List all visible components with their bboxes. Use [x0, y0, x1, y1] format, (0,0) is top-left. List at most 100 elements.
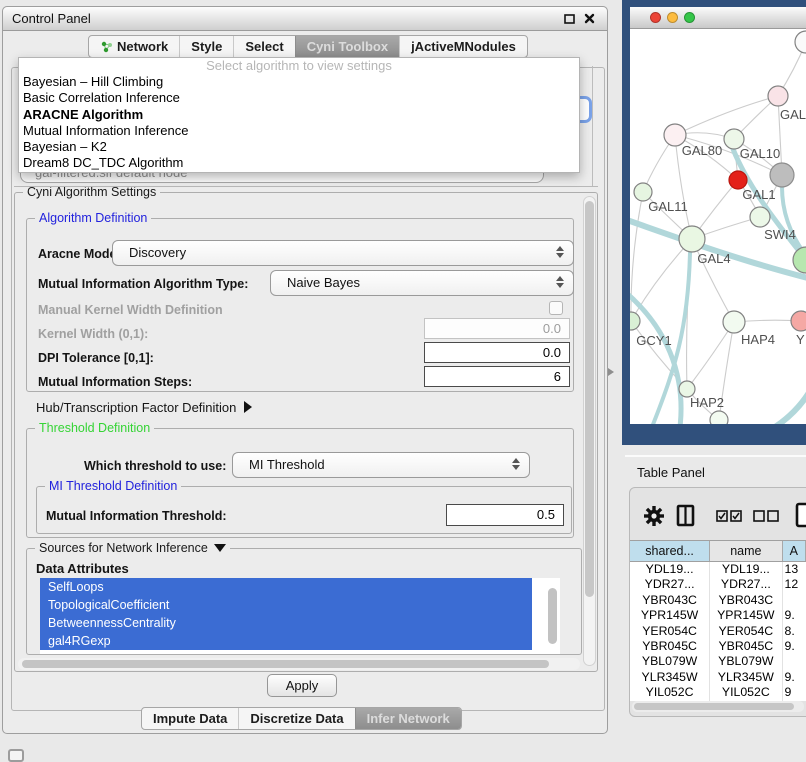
network-node-label: GAL1: [742, 187, 775, 202]
data-attribute-item[interactable]: BetweennessCentrality: [40, 614, 532, 632]
algorithm-option[interactable]: ARACNE Algorithm: [19, 107, 579, 123]
close-traffic-light[interactable]: [650, 12, 661, 23]
column-split-icon[interactable]: [676, 504, 696, 528]
combo-stepper-icon: [512, 458, 520, 470]
panel-divider-collapse-arrow[interactable]: [608, 368, 614, 376]
network-edge[interactable]: [687, 322, 734, 389]
table-row[interactable]: YBR043CYBR043C: [630, 593, 806, 608]
data-attributes-label: Data Attributes: [36, 561, 129, 576]
algorithm-option[interactable]: Basic Correlation Inference: [19, 90, 579, 106]
data-attribute-item[interactable]: TopologicalCoefficient: [40, 596, 532, 614]
sources-group-title[interactable]: Sources for Network Inference: [35, 541, 230, 555]
dpi-tolerance-field[interactable]: 0.0: [424, 342, 570, 363]
table-file-icon[interactable]: [795, 502, 806, 528]
table-panel-divider: [625, 455, 806, 457]
table-row[interactable]: YBR045CYBR045C9.: [630, 639, 806, 654]
tab-label: Discretize Data: [250, 708, 343, 729]
control-panel-titlebar[interactable]: Control Panel: [3, 7, 607, 31]
tab-network[interactable]: Network: [89, 36, 179, 57]
algorithm-option[interactable]: Dream8 DC_TDC Algorithm: [19, 155, 579, 171]
table-body: YDL19...YDL19...13YDR27...YDR27...12YBR0…: [630, 562, 806, 701]
mi-threshold-field[interactable]: 0.5: [446, 504, 564, 526]
table-cell: YLR345W: [710, 670, 782, 685]
data-attribute-item[interactable]: gal4RGexp: [40, 632, 532, 650]
table-row[interactable]: YDL19...YDL19...13: [630, 562, 806, 577]
table-row[interactable]: YLR345WYLR345W9.: [630, 670, 806, 685]
network-edge[interactable]: [675, 96, 778, 135]
network-node[interactable]: [723, 311, 745, 333]
cyni-algorithm-settings-title: Cyni Algorithm Settings: [23, 185, 160, 199]
algorithm-option[interactable]: Bayesian – K2: [19, 139, 579, 155]
network-node-label: GAL11: [648, 199, 688, 214]
table-cell: 13: [783, 562, 806, 577]
table-row[interactable]: YBL079WYBL079W: [630, 654, 806, 669]
mi-algorithm-type-label: Mutual Information Algorithm Type:: [38, 277, 248, 291]
table-column-header[interactable]: shared...: [630, 541, 710, 562]
aracne-mode-combo[interactable]: Discovery: [112, 240, 574, 266]
hub-definition-toggle[interactable]: Hub/Transcription Factor Definition: [36, 400, 252, 415]
network-node[interactable]: [750, 207, 770, 227]
tab-label: Network: [117, 36, 168, 57]
network-edge-thick[interactable]: [733, 149, 806, 260]
algorithm-dropdown-popup: Select algorithm to view settings Bayesi…: [18, 57, 580, 173]
tab-discretize-data[interactable]: Discretize Data: [238, 708, 354, 729]
table-row[interactable]: YIL052CYIL052C9: [630, 685, 806, 700]
zoom-traffic-light[interactable]: [684, 12, 695, 23]
tab-impute-data[interactable]: Impute Data: [142, 708, 238, 729]
data-attributes-list[interactable]: SelfLoopsTopologicalCoefficientBetweenne…: [40, 578, 560, 654]
algorithm-option[interactable]: Mutual Information Inference: [19, 123, 579, 139]
algorithm-option[interactable]: Bayesian – Hill Climbing: [19, 74, 579, 90]
mi-threshold-label: Mutual Information Threshold:: [46, 509, 227, 523]
float-icon[interactable]: [564, 14, 575, 24]
network-canvas[interactable]: GALGAL80GAL10GAL1GAL11SWI4GAL4GCY1HAP4YH…: [630, 29, 806, 424]
table-cell: YPR145W: [630, 608, 710, 623]
network-node[interactable]: [795, 31, 806, 53]
network-edge-thick[interactable]: [630, 291, 681, 424]
table-column-header[interactable]: A: [783, 541, 806, 562]
table-row[interactable]: YDR27...YDR27...12: [630, 577, 806, 592]
table-row[interactable]: YPR145WYPR145W9.: [630, 608, 806, 623]
mi-steps-field[interactable]: 6: [424, 366, 570, 387]
tab-label: Cyni Toolbox: [307, 36, 388, 57]
network-node-label: GAL: [780, 107, 806, 122]
table-cell: YIL052C: [630, 685, 710, 700]
close-icon[interactable]: [584, 13, 595, 24]
settings-vertical-scrollbar-thumb[interactable]: [585, 201, 594, 597]
network-window-titlebar[interactable]: [630, 7, 806, 29]
collapsed-panel-icon[interactable]: [8, 749, 24, 762]
tab-infer-network[interactable]: Infer Network: [355, 708, 461, 729]
which-threshold-combo[interactable]: MI Threshold: [232, 452, 530, 478]
tab-select[interactable]: Select: [233, 36, 294, 57]
network-view-frame[interactable]: GALGAL80GAL10GAL1GAL11SWI4GAL4GCY1HAP4YH…: [622, 0, 806, 445]
deselect-all-checkboxes-icon[interactable]: [753, 510, 779, 522]
collapsed-arrow-icon: [244, 401, 252, 413]
table-column-header[interactable]: name: [710, 541, 782, 562]
list-vertical-scrollbar-thumb[interactable]: [548, 588, 557, 644]
network-node-label: GAL80: [682, 143, 722, 158]
tab-cyni-toolbox[interactable]: Cyni Toolbox: [295, 36, 399, 57]
select-all-checkboxes-icon[interactable]: [716, 510, 742, 522]
network-node[interactable]: [770, 163, 794, 187]
minimize-traffic-light[interactable]: [667, 12, 678, 23]
gear-icon[interactable]: [644, 506, 664, 526]
network-node[interactable]: [679, 226, 705, 252]
data-attribute-item[interactable]: SelfLoops: [40, 578, 532, 596]
table-row[interactable]: YER054CYER054C8.: [630, 624, 806, 639]
tab-jactivemnodules[interactable]: jActiveMNodules: [399, 36, 527, 57]
settings-horizontal-scrollbar-thumb[interactable]: [22, 660, 549, 668]
network-node[interactable]: [630, 312, 640, 330]
which-threshold-value: MI Threshold: [249, 457, 325, 472]
network-edge-thick[interactable]: [775, 391, 806, 424]
kernel-width-field[interactable]: 0.0: [424, 318, 570, 339]
table-horizontal-scrollbar-thumb[interactable]: [634, 703, 794, 710]
mi-algorithm-type-combo[interactable]: Naive Bayes: [270, 270, 574, 296]
network-node[interactable]: [710, 411, 728, 424]
tab-style[interactable]: Style: [179, 36, 233, 57]
apply-button[interactable]: Apply: [267, 674, 337, 697]
network-node[interactable]: [768, 86, 788, 106]
network-node[interactable]: [791, 311, 806, 331]
network-node[interactable]: [793, 247, 806, 273]
manual-kernel-width-label: Manual Kernel Width Definition: [38, 303, 223, 317]
manual-kernel-width-checkbox[interactable]: [549, 301, 563, 315]
network-node-label: Y: [796, 332, 805, 347]
